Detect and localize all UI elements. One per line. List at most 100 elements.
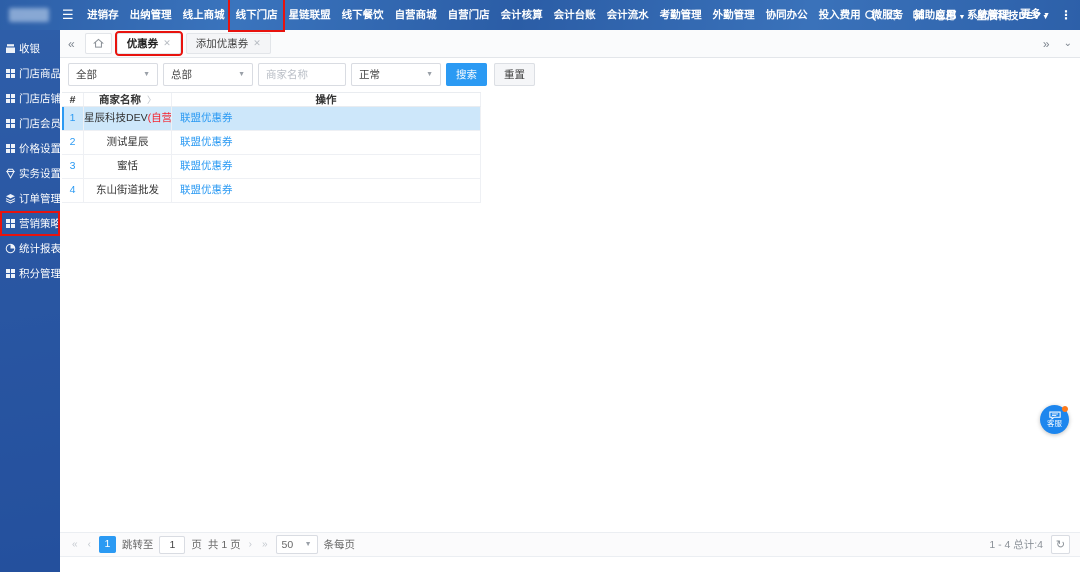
tab-add-coupon[interactable]: 添加优惠券 ✕: [185, 33, 271, 54]
content-panel: 全部 ▼ 总部 ▼ 正常 ▼ 搜索 重置 # 商家名称〉: [60, 58, 1080, 572]
nav-item-xianshang[interactable]: 线上商城: [177, 0, 230, 30]
col-index-header: #: [62, 93, 84, 106]
page-size-select[interactable]: 50 ▼: [275, 535, 318, 554]
search-icon[interactable]: [864, 9, 877, 22]
sidebar-item-tongji-baobiao[interactable]: 统计报表: [0, 236, 61, 261]
tab-strip: « 优惠券 ✕ 添加优惠券 ✕ » ⌄: [60, 30, 1080, 58]
nav-item-ziying-mendian[interactable]: 自营门店: [442, 0, 495, 30]
merchant-name-input[interactable]: [258, 63, 346, 86]
pagination-bar: « ‹ 1 跳转至 页 共 1 页 › » 50 ▼ 条每页 1 - 4 总计:…: [60, 532, 1080, 557]
status-select[interactable]: 正常 ▼: [351, 63, 441, 86]
nav-item-taizhang[interactable]: 会计台账: [548, 0, 601, 30]
nav-item-liushui[interactable]: 会计流水: [601, 0, 654, 30]
per-page-label: 条每页: [323, 539, 356, 551]
pie-chart-icon: [5, 243, 16, 254]
diamond-icon: [6, 168, 15, 179]
search-button[interactable]: 搜索: [446, 63, 487, 86]
row-index: 4: [62, 179, 84, 202]
tab-home[interactable]: [84, 33, 112, 54]
sidebar-item-mendian-huiyuan[interactable]: 门店会员: [0, 111, 61, 136]
app-logo: [9, 8, 49, 22]
close-icon[interactable]: ✕: [163, 38, 171, 49]
topbar-right-cluster: 总部 ▼ 星辰科技DEV ▼ ⋮: [864, 0, 1072, 30]
tab-list-dropdown-icon[interactable]: ⌄: [1064, 38, 1072, 49]
select-value: 全部: [76, 69, 97, 81]
sidebar-item-shiwu-shezhi[interactable]: 实务设置: [0, 161, 61, 186]
last-page-icon[interactable]: »: [260, 539, 270, 550]
table-row[interactable]: 4 东山街道批发 联盟优惠券: [62, 179, 481, 203]
select-value: 50: [281, 538, 294, 551]
nav-item-canyin[interactable]: 线下餐饮: [336, 0, 389, 30]
sidebar-item-dingdan-guanli[interactable]: 订单管理: [0, 186, 61, 211]
sidebar-item-label: 统计报表: [19, 243, 61, 255]
refresh-icon[interactable]: ↻: [1051, 535, 1070, 554]
hamburger-menu-icon[interactable]: ☰: [62, 7, 74, 23]
table-row[interactable]: 3 蜜恬 联盟优惠券: [62, 155, 481, 179]
alliance-coupon-link[interactable]: 联盟优惠券: [180, 160, 233, 172]
tab-label: 添加优惠券: [195, 38, 249, 50]
more-options-icon[interactable]: ⋮: [1060, 8, 1072, 22]
sidebar-item-yingxiao-celue[interactable]: 营销策略: [0, 211, 61, 236]
grid-icon: [6, 144, 15, 153]
current-page-button[interactable]: 1: [98, 536, 116, 553]
filter-bar: 全部 ▼ 总部 ▼ 正常 ▼ 搜索 重置: [60, 58, 1080, 90]
sidebar-item-label: 实务设置: [19, 168, 61, 180]
grid-icon: [6, 69, 15, 78]
grid-icon: [6, 219, 15, 228]
sidebar-item-mendian-dianpu[interactable]: 门店店铺: [0, 86, 61, 111]
col-action-header: 操作: [172, 93, 481, 106]
nav-item-xinglian[interactable]: 星链联盟: [283, 0, 336, 30]
message-icon[interactable]: [912, 9, 925, 22]
jump-page-input[interactable]: [159, 535, 186, 554]
customer-service-label: 客服: [1047, 419, 1062, 428]
tenant-switcher[interactable]: 星辰科技DEV ▼: [976, 8, 1049, 23]
top-nav-bar: ☰ 进销存 出纳管理 线上商城 线下门店 星链联盟 线下餐饮 自营商城 自营门店…: [0, 0, 1080, 32]
tab-coupon[interactable]: 优惠券 ✕: [114, 31, 183, 56]
table-row[interactable]: 2 测试星辰 联盟优惠券: [62, 131, 481, 155]
tab-scroll-right-icon[interactable]: »: [1043, 37, 1050, 51]
nav-item-xianxia-mendian[interactable]: 线下门店: [228, 0, 286, 32]
first-page-icon[interactable]: «: [70, 539, 80, 550]
nav-item-ziying-shangcheng[interactable]: 自营商城: [389, 0, 442, 30]
collapse-tabs-icon[interactable]: «: [68, 37, 75, 51]
nav-item-jinxiaocun[interactable]: 进销存: [82, 0, 125, 30]
table-header-row: # 商家名称〉 操作: [62, 92, 481, 107]
sidebar-item-mendian-shangpin[interactable]: 门店商品: [0, 61, 61, 86]
alliance-coupon-link[interactable]: 联盟优惠券: [180, 184, 233, 196]
nav-item-chuna[interactable]: 出纳管理: [124, 0, 177, 30]
grid-icon: [6, 119, 15, 128]
merchant-name: 星辰科技DEV(自营店): [84, 107, 172, 130]
nav-item-xietong[interactable]: 协同办公: [760, 0, 813, 30]
alliance-coupon-link[interactable]: 联盟优惠券: [180, 112, 233, 124]
close-icon[interactable]: ✕: [253, 38, 261, 49]
nav-item-kaoqin[interactable]: 考勤管理: [654, 0, 707, 30]
chevron-down-icon: ▼: [426, 71, 433, 78]
col-merchant-header[interactable]: 商家名称〉: [84, 93, 172, 106]
nav-item-waiqin[interactable]: 外勤管理: [707, 0, 760, 30]
sidebar-item-label: 积分管理: [19, 268, 61, 280]
prev-page-icon[interactable]: ‹: [86, 539, 93, 550]
merchant-type-note: (自营店): [147, 112, 172, 124]
nav-item-hesuan[interactable]: 会计核算: [495, 0, 548, 30]
customer-service-button[interactable]: 客服: [1040, 405, 1069, 434]
org-select[interactable]: 总部 ▼: [163, 63, 253, 86]
nav-item-touru[interactable]: 投入费用: [813, 0, 866, 30]
scope-select[interactable]: 全部 ▼: [68, 63, 158, 86]
table-row[interactable]: 1 星辰科技DEV(自营店) 联盟优惠券: [62, 107, 481, 131]
sidebar-item-jiage-shezhi[interactable]: 价格设置: [0, 136, 61, 161]
next-page-icon[interactable]: ›: [247, 539, 254, 550]
org-switcher[interactable]: 总部 ▼: [936, 8, 966, 23]
row-index: 1: [62, 107, 84, 130]
main-area: « 优惠券 ✕ 添加优惠券 ✕ » ⌄ 全部 ▼ 总部 ▼ 商家名称 正常 ▼ …: [60, 30, 1080, 572]
grid-icon: [6, 269, 15, 278]
sidebar-item-label: 营销策略: [19, 218, 61, 230]
cash-register-icon: [6, 44, 15, 53]
sidebar-item-jifen-guanli[interactable]: 积分管理: [0, 261, 61, 286]
app-window: ☰ 进销存 出纳管理 线上商城 线下门店 星链联盟 线下餐饮 自营商城 自营门店…: [0, 0, 1080, 572]
jump-label: 跳转至: [121, 539, 154, 551]
bell-icon[interactable]: [888, 9, 901, 22]
sidebar-item-shouyin[interactable]: 收银: [0, 36, 60, 61]
alliance-coupon-link[interactable]: 联盟优惠券: [180, 136, 233, 148]
total-pages-label: 共 1 页: [207, 539, 241, 551]
reset-button[interactable]: 重置: [494, 63, 535, 86]
